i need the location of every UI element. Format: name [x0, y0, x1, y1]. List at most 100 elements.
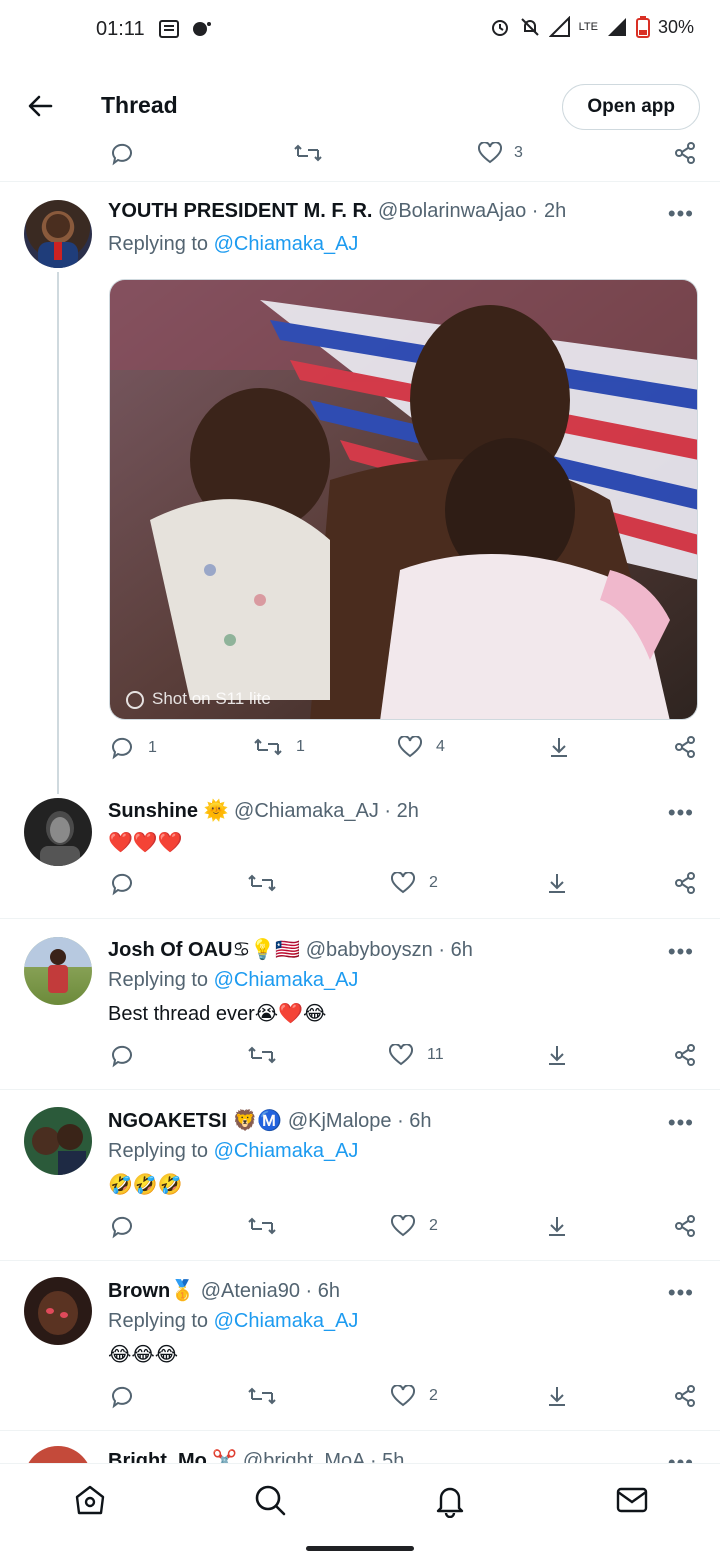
more-options-button[interactable]: ••• [668, 800, 694, 826]
reply-button[interactable]: 1 [110, 736, 157, 760]
retweet-icon [254, 738, 282, 756]
reply-button[interactable] [110, 1385, 134, 1409]
display-name[interactable]: YOUTH PRESIDENT M. F. R. [108, 200, 372, 222]
avatar[interactable] [24, 1277, 92, 1345]
retweet-icon [248, 1217, 276, 1235]
share-button[interactable] [674, 736, 696, 758]
tweet-text: Best thread ever😭❤️😂 [108, 1003, 327, 1025]
tweet-header: YOUTH PRESIDENT M. F. R. @BolarinwaAjao … [108, 200, 566, 223]
message-notification-icon [159, 20, 179, 38]
like-count: 4 [436, 738, 445, 755]
like-button[interactable]: 2 [391, 1215, 438, 1237]
heart-icon [391, 1385, 415, 1407]
status-time: 01:11 [96, 18, 145, 40]
retweet-button[interactable] [248, 1044, 276, 1066]
display-name[interactable]: Josh Of OAU♋💡🇱🇷 [108, 939, 300, 961]
display-name[interactable]: Sunshine 🌞 [108, 800, 228, 822]
tweet[interactable]: Bright_Mo ✂️ @bright_MoA · 5h ••• [0, 1432, 720, 1463]
mention-link[interactable]: @Chiamaka_AJ [214, 969, 359, 991]
retweet-button[interactable] [248, 1385, 276, 1407]
display-name[interactable]: Brown🥇 [108, 1280, 195, 1302]
nav-messages[interactable] [614, 1482, 650, 1518]
tweet-header: Brown🥇 @Atenia90 · 6h [108, 1278, 340, 1303]
retweet-button[interactable] [248, 1215, 276, 1237]
like-count: 2 [429, 1387, 438, 1404]
like-count: 3 [514, 144, 523, 161]
avatar[interactable] [24, 200, 92, 268]
back-button[interactable] [22, 88, 58, 124]
user-handle[interactable]: @Chiamaka_AJ [234, 800, 379, 822]
user-handle[interactable]: @babyboyszn [306, 939, 433, 961]
bookmark-button[interactable] [548, 736, 570, 758]
retweet-button[interactable]: 1 [254, 736, 305, 758]
reply-button[interactable] [110, 142, 134, 166]
chat-notification-icon [193, 22, 211, 36]
avatar[interactable] [24, 937, 92, 1005]
bookmark-button[interactable] [546, 872, 568, 894]
tweet[interactable]: Brown🥇 @Atenia90 · 6h ••• Replying to @C… [0, 1261, 720, 1431]
download-icon [549, 1387, 565, 1406]
top-app-bar: Thread Open app [0, 70, 720, 142]
like-button[interactable]: 2 [391, 872, 438, 894]
like-button[interactable]: 2 [391, 1385, 438, 1407]
like-button[interactable]: 11 [389, 1044, 444, 1066]
user-handle[interactable]: @Atenia90 [201, 1280, 300, 1302]
tweet-actions: 11 [0, 1044, 720, 1078]
share-button[interactable] [674, 1044, 696, 1066]
tweet-photo[interactable]: Shot on S11 lite [109, 279, 698, 720]
avatar-figure [24, 937, 92, 993]
reply-button[interactable] [110, 872, 134, 896]
reply-button[interactable] [110, 1215, 134, 1239]
mention-link[interactable]: @Chiamaka_AJ [214, 1310, 359, 1332]
heart-icon [478, 142, 502, 164]
retweet-button[interactable] [294, 142, 322, 164]
like-button[interactable]: 3 [478, 142, 523, 164]
user-handle[interactable]: @KjMalope [288, 1110, 392, 1132]
open-app-button[interactable]: Open app [562, 84, 700, 130]
share-button[interactable] [674, 1385, 696, 1407]
mention-link[interactable]: @Chiamaka_AJ [214, 1140, 359, 1162]
bookmark-button[interactable] [546, 1385, 568, 1407]
tweet-text: 😂😂😂 [108, 1344, 179, 1366]
like-button[interactable]: 4 [398, 736, 445, 758]
thread-connector [57, 272, 59, 794]
more-options-button[interactable]: ••• [668, 1110, 694, 1136]
signal-icon [548, 16, 570, 37]
reply-button[interactable] [110, 1044, 134, 1068]
nav-home[interactable] [72, 1482, 108, 1518]
avatar[interactable] [24, 1107, 92, 1175]
avatar[interactable] [24, 798, 92, 866]
more-options-button[interactable]: ••• [668, 1280, 694, 1306]
user-handle[interactable]: @bright_MoA [243, 1450, 364, 1463]
download-icon [549, 1217, 565, 1236]
retweet-button[interactable] [248, 872, 276, 894]
more-options-button[interactable]: ••• [668, 201, 694, 227]
share-icon [675, 142, 695, 164]
user-handle[interactable]: @BolarinwaAjao [378, 200, 526, 222]
gesture-navigation-bar[interactable] [306, 1546, 414, 1551]
display-name[interactable]: NGOAKETSI 🦁Ⓜ️ [108, 1110, 282, 1132]
bookmark-button[interactable] [546, 1215, 568, 1237]
tweet[interactable]: NGOAKETSI 🦁Ⓜ️ @KjMalope · 6h ••• Replyin… [0, 1091, 720, 1261]
share-button[interactable] [674, 1215, 696, 1237]
more-options-button[interactable]: ••• [668, 1450, 694, 1463]
display-name[interactable]: Bright_Mo ✂️ [108, 1450, 237, 1463]
arrow-left-icon [28, 95, 53, 117]
replying-label: Replying to [108, 1310, 209, 1332]
avatar-figure [38, 1291, 78, 1335]
tweet[interactable]: Josh Of OAU♋💡🇱🇷 @babyboyszn · 6h ••• Rep… [0, 920, 720, 1090]
replying-to: Replying to @Chiamaka_AJ [108, 1310, 358, 1333]
heart-icon [389, 1044, 413, 1066]
more-options-button[interactable]: ••• [668, 939, 694, 965]
share-button[interactable] [674, 142, 696, 164]
tweet[interactable]: Sunshine 🌞 @Chiamaka_AJ · 2h ••• ❤️❤️❤️ … [0, 794, 720, 919]
nav-notifications[interactable] [432, 1482, 468, 1519]
retweet-icon [248, 1046, 276, 1064]
reply-icon [111, 143, 132, 166]
avatar[interactable] [24, 1446, 92, 1463]
mention-link[interactable]: @Chiamaka_AJ [214, 233, 359, 255]
share-button[interactable] [674, 872, 696, 894]
network-type: LTE [578, 21, 598, 33]
bookmark-button[interactable] [546, 1044, 568, 1066]
nav-search[interactable] [252, 1482, 288, 1518]
